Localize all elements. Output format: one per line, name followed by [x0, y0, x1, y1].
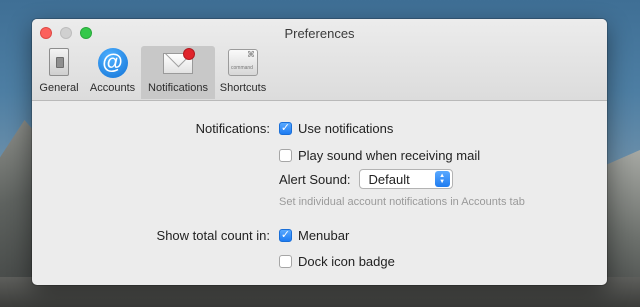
mail-notification-icon	[162, 47, 195, 79]
tab-shortcuts[interactable]: Shortcuts	[215, 46, 271, 99]
alert-sound-label: Alert Sound:	[279, 171, 351, 187]
use-notifications-checkbox[interactable]: ✓	[279, 122, 292, 135]
use-notifications-label: Use notifications	[298, 121, 394, 136]
preferences-toolbar: General @ Accounts Notifications Shortcu…	[34, 46, 271, 99]
window-title: Preferences	[284, 26, 355, 41]
tab-notifications[interactable]: Notifications	[141, 46, 215, 99]
title-bar: Preferences General @ Accounts Notificat…	[32, 19, 607, 101]
alert-sound-select[interactable]: Default ▲ ▼	[358, 169, 453, 189]
tab-accounts[interactable]: @ Accounts	[84, 46, 141, 99]
tab-accounts-label: Accounts	[89, 82, 136, 94]
chevron-updown-icon: ▲ ▼	[434, 171, 450, 187]
preferences-window: Preferences General @ Accounts Notificat…	[32, 19, 607, 285]
dock-badge-checkbox[interactable]	[279, 255, 292, 268]
tab-notifications-label: Notifications	[148, 82, 208, 94]
notification-badge-icon	[183, 48, 195, 60]
dock-badge-option[interactable]: Dock icon badge	[279, 254, 395, 269]
general-switch-icon	[43, 47, 75, 79]
alert-sound-value: Default	[368, 171, 410, 187]
menubar-label: Menubar	[298, 228, 350, 243]
play-sound-checkbox[interactable]	[279, 149, 292, 162]
count-section-label: Show total count in:	[156, 228, 270, 243]
notifications-section-label: Notifications:	[195, 121, 270, 136]
play-sound-label: Play sound when receiving mail	[298, 148, 481, 163]
tab-general[interactable]: General	[34, 46, 84, 99]
alert-sound-row: Alert Sound: Default ▲ ▼	[279, 169, 453, 189]
use-notifications-option[interactable]: ✓ Use notifications	[279, 121, 393, 136]
tab-general-label: General	[39, 82, 79, 94]
menubar-option[interactable]: ✓ Menubar	[279, 228, 349, 243]
tab-shortcuts-label: Shortcuts	[219, 82, 267, 94]
command-key-icon	[227, 47, 259, 79]
menubar-checkbox[interactable]: ✓	[279, 229, 292, 242]
notifications-hint: Set individual account notifications in …	[279, 196, 525, 208]
notifications-pane: Notifications: ✓ Use notifications Play …	[32, 101, 607, 285]
at-sign-icon: @	[97, 47, 129, 79]
dock-badge-label: Dock icon badge	[298, 254, 395, 269]
play-sound-option[interactable]: Play sound when receiving mail	[279, 148, 480, 163]
